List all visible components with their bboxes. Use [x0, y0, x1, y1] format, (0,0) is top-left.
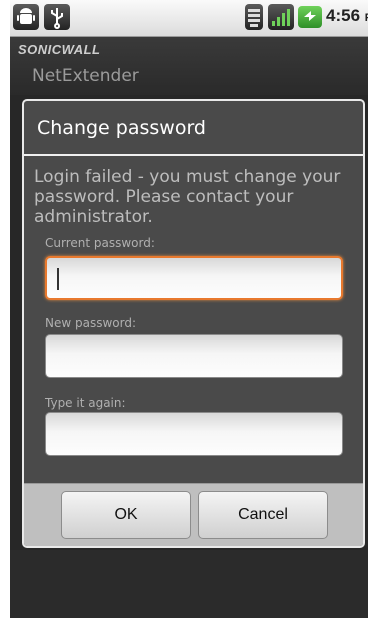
text-caret: [57, 268, 59, 290]
wifi-icon: [245, 4, 263, 30]
signal-icon: [268, 4, 294, 30]
usb-icon: [44, 4, 70, 30]
background-area: [10, 550, 368, 618]
current-password-label: Current password:: [45, 236, 155, 250]
dialog-title: Change password: [37, 117, 206, 139]
ok-button[interactable]: OK: [61, 491, 191, 539]
status-time: 4:56 PM: [326, 6, 368, 26]
phone-screen: 4:56 PM SONICWALL NetExtender Change pas…: [10, 0, 368, 618]
confirm-password-label: Type it again:: [45, 396, 126, 410]
app-title-bar: SONICWALL NetExtender: [10, 37, 368, 95]
battery-icon: [298, 6, 322, 28]
cancel-button[interactable]: Cancel: [198, 491, 328, 539]
dialog-title-divider: [24, 154, 363, 156]
dialog-message: Login failed - you must change your pass…: [34, 167, 341, 227]
status-time-value: 4:56: [326, 6, 361, 25]
status-bar: 4:56 PM: [10, 0, 368, 37]
sonicwall-logo: SONICWALL: [18, 42, 101, 57]
dialog-button-bar: OK Cancel: [24, 483, 363, 546]
confirm-password-field[interactable]: [45, 412, 343, 456]
app-title: NetExtender: [32, 66, 139, 86]
new-password-label: New password:: [45, 316, 137, 330]
status-time-ampm: PM: [365, 12, 368, 24]
new-password-field[interactable]: [45, 334, 343, 378]
change-password-dialog: Change password Login failed - you must …: [22, 99, 365, 548]
android-debug-icon: [13, 4, 39, 30]
current-password-field[interactable]: [45, 256, 343, 300]
